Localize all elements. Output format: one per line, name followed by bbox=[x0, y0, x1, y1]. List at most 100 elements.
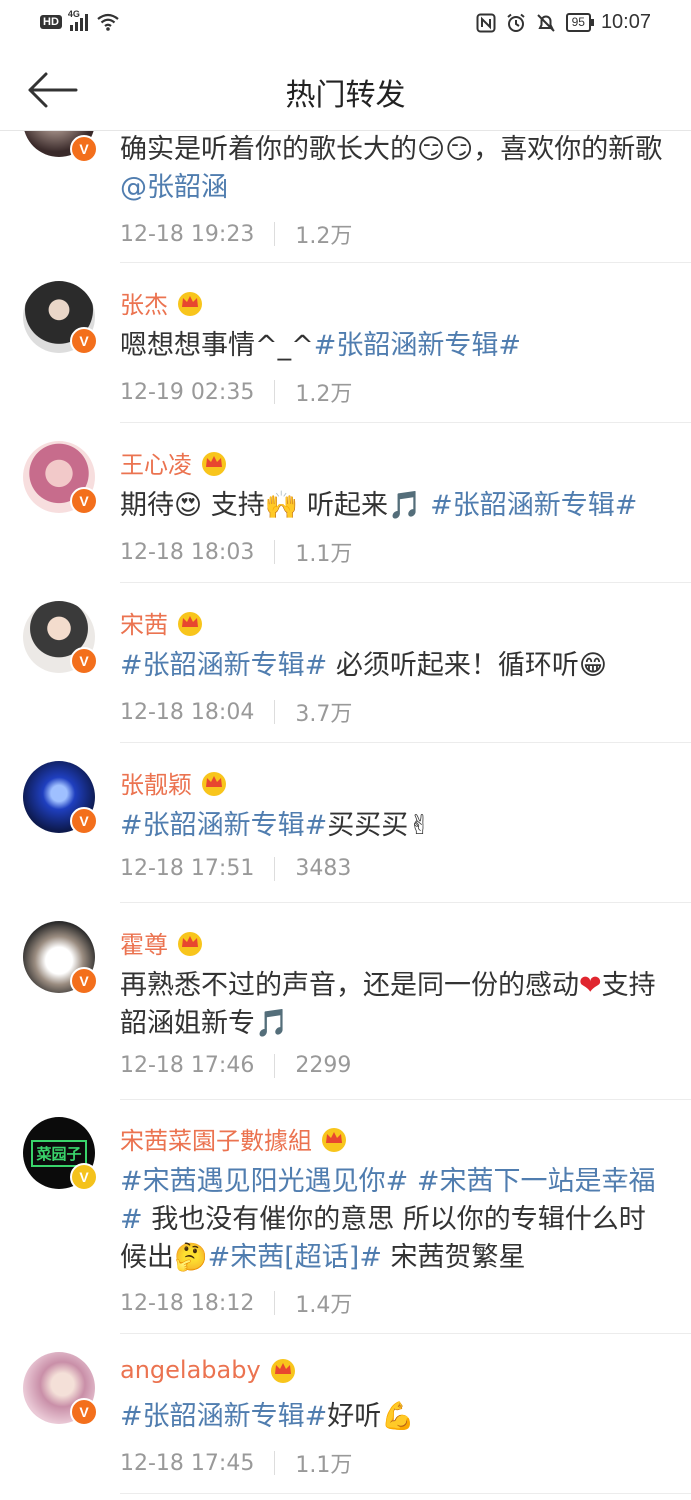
hd-indicator: HD bbox=[40, 15, 62, 29]
page-title: 热门转发 bbox=[285, 78, 406, 113]
status-bar: HD 4G 95 10:07 bbox=[0, 0, 691, 50]
post-time: 12-18 17:45 bbox=[120, 1450, 255, 1476]
cellular-signal-icon: 4G bbox=[68, 9, 88, 31]
post-meta: 12-18 17:45 1.1万 bbox=[120, 1447, 352, 1479]
username[interactable]: angelababy bbox=[120, 1356, 297, 1384]
mention-link[interactable]: @张韶涵 bbox=[120, 172, 228, 203]
verified-badge-icon: V bbox=[70, 1398, 98, 1426]
post-time: 12-18 19:23 bbox=[120, 221, 255, 247]
post-text: #宋茜遇见阳光遇见你# #宋茜下一站是幸福# 我也没有催你的意思 所以你的专辑什… bbox=[120, 1166, 656, 1273]
nav-header: 热门转发 bbox=[0, 52, 691, 131]
music-note-emoji-icon: 🎵 bbox=[387, 490, 422, 521]
username[interactable]: 王心凌 bbox=[120, 445, 228, 480]
post-text: #张韶涵新专辑#好听💪 bbox=[120, 1401, 415, 1432]
list-item[interactable]: V angelababy #张韶涵新专辑#好听💪 12-18 17:45 1.1… bbox=[0, 1334, 691, 1494]
post-meta: 12-18 17:51 3483 bbox=[120, 856, 351, 881]
crown-member-icon bbox=[270, 1359, 295, 1383]
clock: 10:07 bbox=[600, 11, 651, 33]
post-meta: 12-18 17:46 2299 bbox=[120, 1053, 351, 1078]
repost-count: 3.7万 bbox=[295, 702, 353, 727]
verified-badge-icon: V bbox=[70, 1163, 98, 1191]
network-type: 4G bbox=[67, 9, 80, 19]
divider bbox=[120, 1493, 691, 1494]
post-text: #张韶涵新专辑#买买买✌ bbox=[120, 810, 431, 841]
repost-count: 1.1万 bbox=[295, 1453, 353, 1478]
post-text: 再熟悉不过的声音，还是同一份的感动❤支持韶涵姐新专🎵 bbox=[120, 970, 656, 1039]
username[interactable]: 宋茜 bbox=[120, 605, 204, 640]
avatar-logo-text: 菜园子 bbox=[31, 1139, 87, 1167]
list-item[interactable]: V 张杰 嗯想想事情^_^#张韶涵新专辑# 12-19 02:35 1.2万 bbox=[0, 263, 691, 423]
music-note-emoji-icon: 🎵 bbox=[255, 1008, 289, 1039]
wifi-icon bbox=[97, 13, 119, 31]
divider bbox=[274, 1451, 276, 1475]
flexed-biceps-emoji-icon: 💪 bbox=[381, 1401, 415, 1432]
repost-count: 1.2万 bbox=[295, 224, 353, 249]
post-text: #张韶涵新专辑# 必须听起来！循环听😁 bbox=[120, 650, 607, 681]
post-time: 12-18 18:03 bbox=[120, 539, 255, 565]
repost-count: 2299 bbox=[295, 1053, 352, 1078]
heart-emoji-icon: ❤ bbox=[579, 970, 602, 1001]
verified-badge-icon: V bbox=[70, 487, 98, 515]
topic-link[interactable]: #宋茜遇见阳光遇见你# bbox=[120, 1166, 408, 1197]
grin-emoji-icon: 😁 bbox=[578, 650, 607, 681]
username[interactable]: 宋茜菜園子數據組 bbox=[120, 1121, 348, 1156]
divider bbox=[274, 856, 276, 881]
topic-link[interactable]: #张韶涵新专辑# bbox=[120, 1401, 327, 1432]
divider bbox=[274, 540, 276, 564]
list-item[interactable]: 菜园子 V 宋茜菜園子數據組 #宋茜遇见阳光遇见你# #宋茜下一站是幸福# 我也… bbox=[0, 1099, 691, 1334]
verified-badge-icon: V bbox=[70, 135, 98, 163]
list-item[interactable]: V 王心凌 期待😍 支持🙌 听起来🎵 #张韶涵新专辑# 12-18 18:03 … bbox=[0, 423, 691, 583]
repost-count: 1.4万 bbox=[295, 1293, 353, 1318]
crown-member-icon bbox=[202, 771, 226, 796]
divider bbox=[274, 222, 276, 246]
crown-member-icon bbox=[178, 931, 202, 956]
repost-count: 1.2万 bbox=[295, 382, 353, 407]
crown-member-icon bbox=[178, 611, 202, 636]
list-item[interactable]: V 确实是听着你的歌长大的😏😏，喜欢你的新歌@张韶涵 12-18 19:23 1… bbox=[0, 85, 691, 263]
repost-count: 1.1万 bbox=[295, 542, 353, 567]
raised-hands-emoji-icon: 🙌 bbox=[264, 490, 299, 521]
emoji-icon: 😏😏 bbox=[417, 134, 474, 165]
heart-eyes-emoji-icon: 😍 bbox=[174, 490, 203, 521]
repost-count: 3483 bbox=[295, 856, 352, 881]
repost-list[interactable]: V 确实是听着你的歌长大的😏😏，喜欢你的新歌@张韶涵 12-18 19:23 1… bbox=[0, 85, 691, 1494]
post-text: 期待😍 支持🙌 听起来🎵 #张韶涵新专辑# bbox=[120, 490, 638, 521]
mute-bell-icon bbox=[536, 13, 555, 32]
battery-icon: 95 bbox=[565, 13, 595, 32]
post-time: 12-18 17:46 bbox=[120, 1053, 255, 1078]
post-time: 12-18 17:51 bbox=[120, 856, 255, 881]
post-text: 嗯想想事情^_^#张韶涵新专辑# bbox=[120, 330, 521, 361]
list-item[interactable]: V 张靓颖 #张韶涵新专辑#买买买✌ 12-18 17:51 3483 bbox=[0, 743, 691, 903]
verified-badge-icon: V bbox=[70, 967, 98, 995]
topic-link[interactable]: #张韶涵新专辑# bbox=[422, 490, 637, 521]
topic-link[interactable]: #张韶涵新专辑# bbox=[314, 330, 521, 361]
crown-member-icon bbox=[202, 451, 226, 476]
topic-link[interactable]: #张韶涵新专辑# bbox=[120, 650, 327, 681]
verified-badge-icon: V bbox=[70, 647, 98, 675]
username[interactable]: 张靓颖 bbox=[120, 765, 228, 800]
username[interactable]: 霍尊 bbox=[120, 925, 204, 960]
divider bbox=[274, 380, 276, 404]
verified-badge-icon: V bbox=[70, 807, 98, 835]
crown-member-icon bbox=[178, 291, 202, 316]
victory-hand-emoji-icon: ✌ bbox=[408, 810, 431, 841]
post-text: 确实是听着你的歌长大的😏😏，喜欢你的新歌@张韶涵 bbox=[120, 134, 663, 203]
topic-link[interactable]: #张韶涵新专辑# bbox=[120, 810, 327, 841]
crown-member-icon bbox=[322, 1127, 346, 1152]
post-meta: 12-18 18:04 3.7万 bbox=[120, 696, 352, 728]
post-meta: 12-18 18:12 1.4万 bbox=[120, 1287, 352, 1319]
post-meta: 12-18 19:23 1.2万 bbox=[120, 218, 352, 250]
post-time: 12-19 02:35 bbox=[120, 379, 255, 405]
topic-link[interactable]: #宋茜[超话]# bbox=[208, 1242, 382, 1273]
post-meta: 12-19 02:35 1.2万 bbox=[120, 376, 352, 408]
divider bbox=[274, 1291, 276, 1315]
divider bbox=[274, 700, 276, 724]
nfc-icon bbox=[476, 13, 496, 32]
verified-badge-icon: V bbox=[70, 327, 98, 355]
post-meta: 12-18 18:03 1.1万 bbox=[120, 536, 352, 568]
username[interactable]: 张杰 bbox=[120, 285, 204, 320]
divider bbox=[274, 1053, 276, 1078]
alarm-icon bbox=[506, 13, 525, 32]
list-item[interactable]: V 宋茜 #张韶涵新专辑# 必须听起来！循环听😁 12-18 18:04 3.7… bbox=[0, 583, 691, 743]
list-item[interactable]: V 霍尊 再熟悉不过的声音，还是同一份的感动❤支持韶涵姐新专🎵 12-18 17… bbox=[0, 903, 691, 1100]
